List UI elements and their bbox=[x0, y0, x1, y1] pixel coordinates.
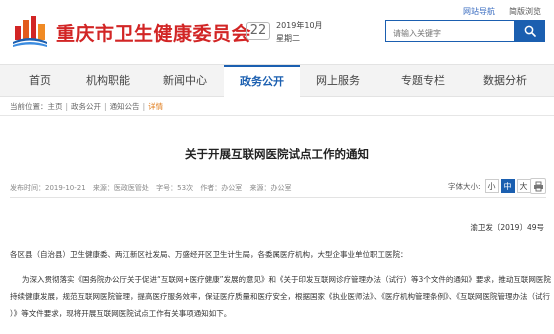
font-size-label: 字体大小: bbox=[448, 181, 481, 191]
site-header: 重庆市卫生健康委员会 22 2019年10月 星期二 网站导航 简版浏览 bbox=[0, 0, 554, 64]
simple-view-link[interactable]: 简版浏览 bbox=[509, 6, 541, 17]
nav-online-services[interactable]: 网上服务 bbox=[310, 65, 366, 97]
nav-institution[interactable]: 机构职能 bbox=[82, 65, 134, 97]
search-input[interactable] bbox=[386, 23, 514, 44]
site-title[interactable]: 重庆市卫生健康委员会 bbox=[56, 19, 251, 46]
article-body-line: 持续健康发展，规范互联网医院管理，提高医疗服务效率，保证医疗质量和医疗安全，根据… bbox=[10, 292, 550, 301]
meta-author: 作者：办公室 bbox=[200, 184, 243, 192]
breadcrumb-item-home[interactable]: 主页 bbox=[48, 102, 63, 111]
article-addressee: 各区县（自治县）卫生健康委、两江新区社发局、万盛经开区卫生计生局，各委属医疗机构… bbox=[10, 250, 408, 259]
nav-news[interactable]: 新闻中心 bbox=[158, 65, 212, 97]
article-body-line: ）》等文件要求，现将开展互联网医院试点工作有关事项通知如下。 bbox=[10, 309, 232, 318]
breadcrumb-prefix: 当前位置： bbox=[10, 102, 48, 111]
font-size-small-button[interactable]: 小 bbox=[484, 179, 499, 193]
main-nav: 首页 机构职能 新闻中心 政务公开 网上服务 专题专栏 数据分析 bbox=[0, 64, 554, 97]
meta-publish-time: 发布时间：2019-10-21 bbox=[10, 184, 86, 192]
breadcrumb: 当前位置：主页 | 政务公开 | 通知公告 | 详情 bbox=[10, 101, 163, 112]
date-year-month: 2019年10月 bbox=[276, 21, 323, 30]
nav-government-affairs[interactable]: 政务公开 bbox=[224, 65, 300, 97]
meta-divider bbox=[10, 197, 546, 198]
search-icon bbox=[524, 25, 536, 37]
font-size-large-button[interactable]: 大 bbox=[516, 179, 531, 193]
article-body-line: 为深入贯彻落实《国务院办公厅关于促进“互联网+医疗健康”发展的意见》和《关于印发… bbox=[22, 275, 551, 284]
nav-home[interactable]: 首页 bbox=[20, 65, 60, 97]
chongqing-skyline-logo-icon[interactable] bbox=[12, 14, 48, 48]
printer-icon bbox=[533, 181, 543, 191]
meta-office: 来源：办公室 bbox=[249, 184, 292, 192]
document-number: 渝卫发〔2019〕49号 bbox=[470, 223, 544, 232]
meta-word-count: 字号：53次 bbox=[156, 184, 194, 192]
date-day-badge: 22 bbox=[246, 22, 270, 40]
breadcrumb-separator: | bbox=[142, 102, 146, 111]
article-meta: 发布时间：2019-10-21 来源：医政医管处 字号：53次 作者：办公室 来… bbox=[10, 183, 297, 193]
search-box bbox=[385, 20, 515, 44]
print-button[interactable] bbox=[530, 178, 546, 194]
site-nav-link[interactable]: 网站导航 bbox=[463, 6, 495, 17]
nav-special-topics[interactable]: 专题专栏 bbox=[396, 65, 450, 97]
meta-source: 来源：医政医管处 bbox=[92, 184, 149, 192]
breadcrumb-current: 详情 bbox=[148, 102, 164, 111]
font-size-medium-button[interactable]: 中 bbox=[500, 179, 515, 193]
date-weekday: 星期二 bbox=[276, 34, 300, 43]
article-title: 关于开展互联网医院试点工作的通知 bbox=[185, 147, 369, 161]
nav-data-analysis[interactable]: 数据分析 bbox=[476, 65, 534, 97]
search-button[interactable] bbox=[515, 20, 545, 42]
breadcrumb-separator: | bbox=[104, 102, 107, 111]
font-size-control: 字体大小: 小 中 大 bbox=[448, 177, 531, 195]
breadcrumb-item-government-affairs[interactable]: 政务公开 bbox=[71, 102, 101, 111]
breadcrumb-separator: | bbox=[65, 102, 69, 111]
breadcrumb-divider bbox=[0, 115, 554, 116]
breadcrumb-item-notices[interactable]: 通知公告 bbox=[110, 102, 140, 111]
